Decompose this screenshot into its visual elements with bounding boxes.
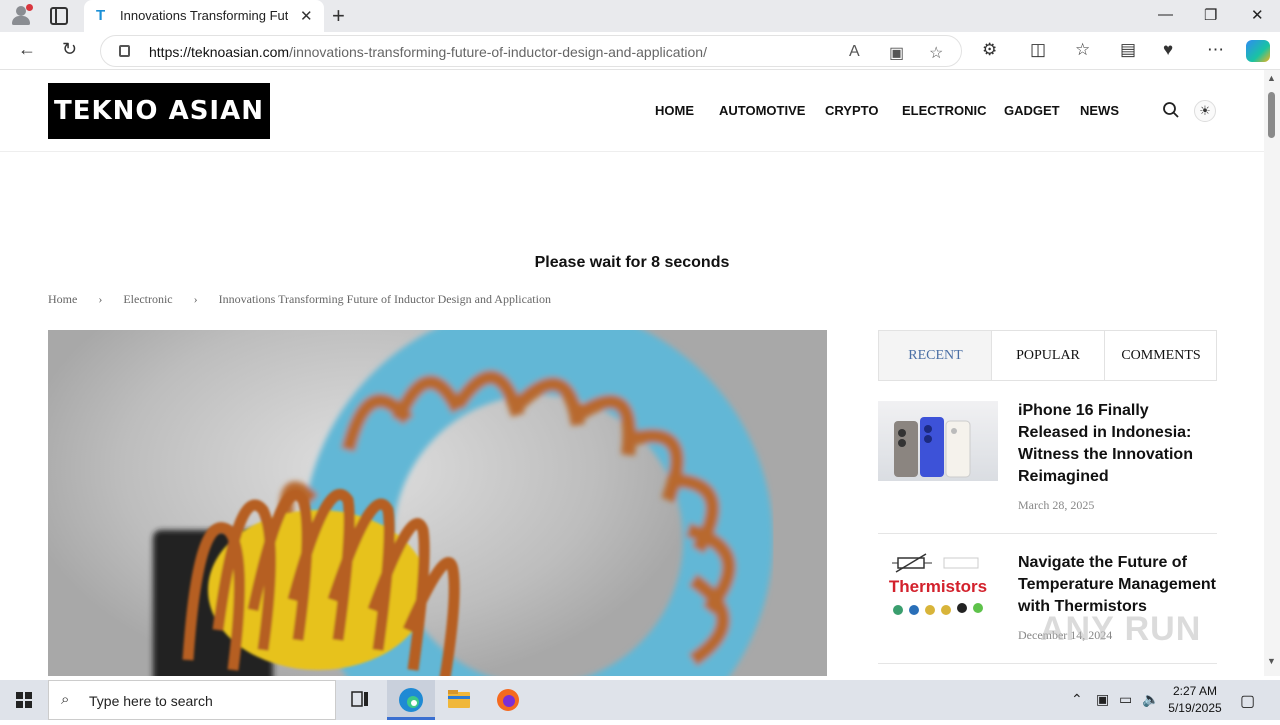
address-bar[interactable]: https://teknoasian.com/innovations-trans… — [100, 35, 962, 67]
scrollbar-thumb[interactable] — [1268, 92, 1275, 138]
copilot-icon[interactable] — [1246, 40, 1270, 62]
clock-date: 5/19/2025 — [1168, 701, 1222, 715]
read-aloud-icon[interactable]: A — [849, 43, 860, 61]
file-explorer-icon[interactable] — [435, 680, 483, 720]
tab-comments[interactable]: COMMENTS — [1104, 331, 1217, 380]
nav-electronic[interactable]: ELECTRONIC — [902, 103, 987, 118]
meet-now-icon[interactable]: ▣ — [1096, 691, 1109, 708]
windows-start-icon[interactable] — [16, 692, 32, 708]
site-header: TEKNO ASIAN HOME AUTOMOTIVE CRYPTO ELECT… — [0, 70, 1264, 152]
post-thumbnail[interactable] — [878, 401, 998, 481]
browser-tab[interactable]: T Innovations Transforming Future of Ind… — [84, 0, 324, 32]
scroll-down-icon[interactable]: ▼ — [1267, 656, 1276, 666]
post-title[interactable]: iPhone 16 Finally Released in Indonesia:… — [1018, 400, 1218, 488]
firefox-icon[interactable] — [484, 680, 532, 720]
lock-icon — [119, 45, 130, 57]
task-view-icon[interactable] — [336, 680, 384, 720]
nav-gadget[interactable]: GADGET — [1004, 103, 1060, 118]
taskbar-clock[interactable]: 2:27 AM 5/19/2025 — [1166, 683, 1224, 717]
scroll-up-icon[interactable]: ▲ — [1267, 73, 1276, 83]
search-icon: ⌕ — [61, 691, 70, 708]
site-logo[interactable]: TEKNO ASIAN — [48, 83, 270, 139]
close-window-icon[interactable]: ✕ — [1251, 6, 1264, 24]
search-icon[interactable] — [1162, 101, 1180, 119]
breadcrumb-home[interactable]: Home — [48, 292, 77, 306]
tab-popular[interactable]: POPULAR — [991, 331, 1104, 380]
post-thumbnail[interactable]: Thermistors — [878, 552, 998, 632]
immersive-reader-icon[interactable]: ▣ — [889, 43, 904, 63]
favorites-icon[interactable]: ☆ — [1075, 40, 1090, 60]
volume-icon[interactable]: 🔈 — [1142, 691, 1159, 708]
wait-message: Please wait for 8 seconds — [534, 254, 730, 271]
site-favicon-icon: T — [96, 7, 106, 24]
list-item[interactable]: iPhone 16 Finally Released in Indonesia:… — [878, 400, 1217, 534]
clock-time: 2:27 AM — [1172, 684, 1218, 698]
breadcrumb-separator-icon: › — [98, 292, 103, 306]
page-scrollbar[interactable]: ▲ ▼ — [1264, 70, 1280, 676]
notifications-icon[interactable]: ▢ — [1240, 691, 1255, 711]
new-tab-icon[interactable]: + — [332, 3, 345, 29]
show-hidden-icons-icon[interactable]: ⌃ — [1071, 691, 1083, 708]
browser-essentials-icon[interactable]: ♥ — [1163, 40, 1173, 60]
nav-home[interactable]: HOME — [655, 103, 694, 118]
article-hero-image — [48, 330, 827, 676]
restore-icon[interactable]: ❐ — [1204, 6, 1217, 24]
close-tab-icon[interactable]: ✕ — [300, 7, 313, 25]
back-icon[interactable]: ← — [18, 39, 36, 60]
favorite-star-icon[interactable]: ☆ — [929, 43, 943, 63]
breadcrumb: Home › Electronic › Innovations Transfor… — [48, 292, 569, 307]
url-text: https://teknoasian.com/innovations-trans… — [149, 44, 707, 60]
thumbnail-label: Thermistors — [889, 577, 987, 596]
nav-crypto[interactable]: CRYPTO — [825, 103, 878, 118]
theme-toggle-icon[interactable]: ☀ — [1194, 100, 1216, 122]
nav-automotive[interactable]: AUTOMOTIVE — [719, 103, 805, 118]
nav-news[interactable]: NEWS — [1080, 103, 1119, 118]
anyrun-watermark: ANY RUN — [1040, 610, 1202, 648]
tab-title: Innovations Transforming Future of Induc… — [120, 8, 288, 23]
post-title[interactable]: Navigate the Future of Temperature Manag… — [1018, 552, 1228, 618]
taskbar-search-placeholder: Type here to search — [89, 693, 213, 709]
windows-taskbar: ⌕ Type here to search ⌃ ▣ ▭ 🔈 2:27 AM 5/… — [0, 680, 1280, 720]
refresh-icon[interactable]: ↻ — [62, 39, 77, 60]
minimize-icon[interactable]: — — [1158, 6, 1173, 23]
edge-browser-icon[interactable] — [387, 680, 435, 720]
browser-titlebar: T Innovations Transforming Future of Ind… — [0, 0, 1280, 32]
collections-icon[interactable]: ▤ — [1120, 40, 1136, 60]
taskbar-search[interactable]: ⌕ Type here to search — [48, 680, 336, 720]
breadcrumb-separator-icon: › — [193, 292, 198, 306]
tab-actions-icon[interactable] — [50, 7, 68, 25]
extensions-icon[interactable]: ⚙ — [982, 40, 997, 60]
sidebar-tabs: RECENT POPULAR COMMENTS — [878, 330, 1217, 381]
breadcrumb-electronic[interactable]: Electronic — [123, 292, 172, 306]
breadcrumb-current: Innovations Transforming Future of Induc… — [218, 292, 551, 306]
split-screen-icon[interactable]: ◫ — [1030, 40, 1046, 60]
tab-recent[interactable]: RECENT — [879, 331, 992, 380]
profile-icon[interactable] — [8, 4, 34, 28]
network-icon[interactable]: ▭ — [1119, 691, 1132, 708]
post-date: March 28, 2025 — [1018, 498, 1095, 512]
web-page: TEKNO ASIAN HOME AUTOMOTIVE CRYPTO ELECT… — [0, 70, 1264, 676]
more-menu-icon[interactable]: ⋯ — [1207, 40, 1224, 60]
